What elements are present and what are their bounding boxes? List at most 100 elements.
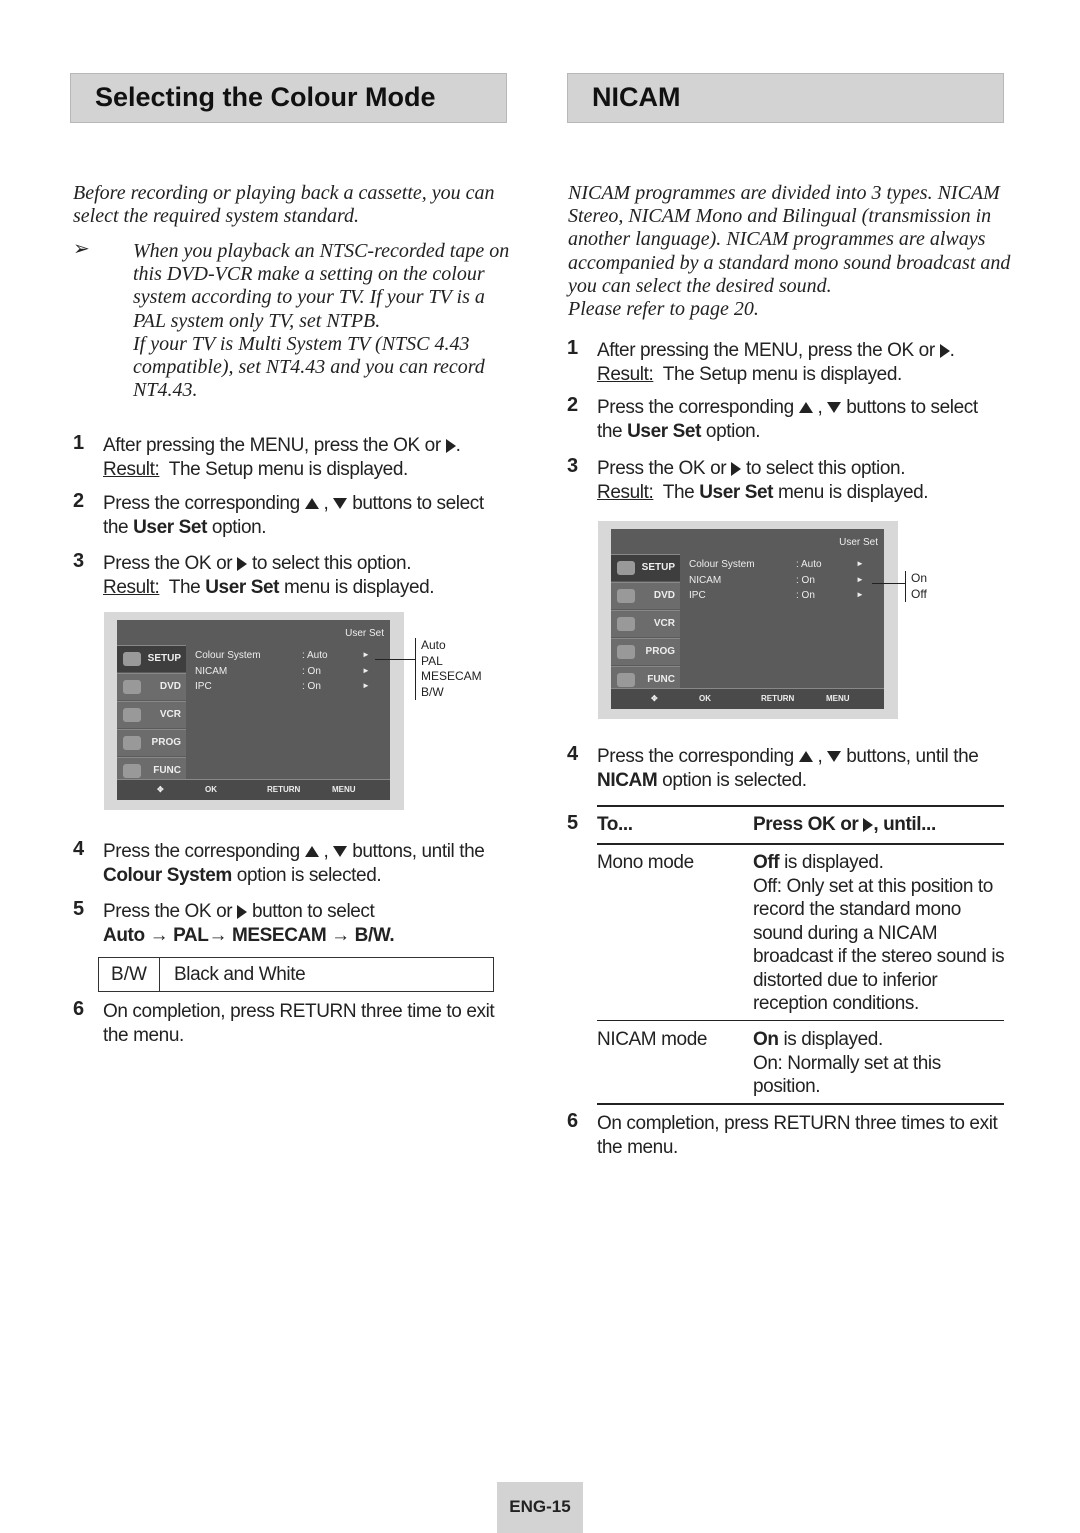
menu-side-vcr: VCR <box>611 610 680 637</box>
clock-icon <box>123 736 141 750</box>
arrow-icon: → <box>149 924 169 946</box>
ok-hint: OK <box>205 785 217 794</box>
step-text: Press the OK or <box>103 553 233 574</box>
step-text: The <box>168 576 201 598</box>
result-label: Result: <box>103 576 160 598</box>
arrow-icon: → <box>208 924 228 946</box>
section-header-nicam: NICAM <box>567 73 1004 123</box>
table-key: NICAM mode <box>597 1029 708 1050</box>
table-rule <box>597 1020 1004 1021</box>
menu-row-nicam: NICAM: On ► <box>195 665 370 677</box>
option-label: B/W <box>421 684 444 699</box>
sequence-item: B/W. <box>354 924 395 946</box>
up-triangle-icon <box>798 402 813 414</box>
menu-title: User Set <box>839 537 878 548</box>
step-text: buttons to select <box>352 493 484 514</box>
gear-icon <box>123 652 141 666</box>
dvd-disc-icon <box>617 589 635 603</box>
right-triangle-icon <box>731 461 742 476</box>
step-text: button to select <box>251 901 375 922</box>
step-text: Press the corresponding <box>597 746 794 767</box>
step-text: option is selected. <box>662 769 807 791</box>
arrow-right-icon: ➢ <box>73 238 90 260</box>
intro-line: another language). NICAM programmes are … <box>568 228 986 251</box>
step-text: option is selected. <box>236 864 382 886</box>
step-text: buttons, until the <box>846 746 979 767</box>
option-label: On <box>911 571 928 585</box>
menu-row-colour-system: Colour System: Auto ► <box>689 559 864 570</box>
table-header: Press OK or , until... <box>753 814 936 835</box>
note-line: NT4.43. <box>133 379 198 402</box>
step-text: The <box>662 481 695 503</box>
vcr-icon <box>617 617 635 631</box>
section-header-colour-mode: Selecting the Colour Mode <box>70 73 507 123</box>
result-label: Result: <box>103 458 160 480</box>
step-text: After pressing the MENU, press the OK or <box>597 340 935 361</box>
hand-icon <box>123 764 141 778</box>
step-text: the menu. <box>597 1136 678 1158</box>
table-header: To... <box>597 814 633 835</box>
step-text: The Setup menu is displayed. <box>662 363 903 385</box>
menu-side-vcr: VCR <box>117 701 186 728</box>
step-number: 5 <box>73 898 84 920</box>
navigation-icon: ✥ <box>651 694 658 703</box>
step-text: . <box>455 435 461 456</box>
step-number: 1 <box>567 337 578 359</box>
navigation-icon: ✥ <box>157 785 164 794</box>
step-text-bold: User Set <box>627 420 702 442</box>
step-text: menu is displayed. <box>778 481 929 503</box>
step-text: , <box>323 493 329 514</box>
table-key: B/W <box>99 958 160 991</box>
step-text-bold: User Set <box>133 516 208 538</box>
step-text: The Setup menu is displayed. <box>168 458 409 480</box>
right-triangle-icon <box>863 817 874 832</box>
step-text: . <box>949 340 955 361</box>
clock-icon <box>617 645 635 659</box>
step-number: 2 <box>567 394 578 416</box>
up-triangle-icon <box>304 498 319 510</box>
step-text: Press the corresponding <box>597 397 794 418</box>
step-number: 6 <box>73 998 84 1020</box>
table-key: Mono mode <box>597 852 694 873</box>
gear-icon <box>617 561 635 575</box>
menu-row-colour-system: Colour System: Auto ► <box>195 650 370 661</box>
step-text: option. <box>211 516 267 538</box>
intro-line: select the required system standard. <box>73 205 360 228</box>
table-rule <box>597 843 1004 845</box>
right-triangle-icon <box>939 343 950 358</box>
step-text: the <box>597 420 623 442</box>
step-text: Press the OK or <box>597 458 727 479</box>
sequence-item: PAL <box>173 924 209 946</box>
step-number: 3 <box>73 550 84 572</box>
option-label: Off <box>911 586 927 601</box>
step-text-bold: Colour System <box>103 864 232 886</box>
step-text-bold: User Set <box>699 481 774 503</box>
step-text: the <box>103 516 129 538</box>
note-line: If your TV is Multi System TV (NTSC 4.43 <box>133 332 470 355</box>
step-number: 6 <box>567 1110 578 1132</box>
right-triangle-icon <box>237 904 248 919</box>
table-rule <box>597 1103 1004 1105</box>
step-text: buttons to select <box>846 397 978 418</box>
manual-page: Selecting the Colour Mode Before recordi… <box>0 0 1080 1533</box>
section-title: NICAM <box>592 82 681 112</box>
nicam-options-list: On Off <box>905 571 927 602</box>
ok-hint: OK <box>699 694 711 703</box>
menu-row-ipc: IPC: On ► <box>689 590 864 601</box>
menu-bottom-bar: ✥ OK RETURN MENU <box>611 688 884 709</box>
down-triangle-icon <box>827 751 842 763</box>
note-line: system according to your TV. If your TV … <box>133 286 485 309</box>
dvd-disc-icon <box>123 680 141 694</box>
step-text-bold: NICAM <box>597 769 658 791</box>
table-value: On is displayed. On: Normally set at thi… <box>753 1029 941 1097</box>
step-text: , <box>817 746 823 767</box>
down-triangle-icon <box>333 498 348 510</box>
menu-row-ipc: IPC: On ► <box>195 681 370 692</box>
note-line: compatible), set NT4.43 and you can reco… <box>133 356 485 379</box>
step-text: After pressing the MENU, press the OK or <box>103 435 441 456</box>
option-label: MESECAM <box>421 669 482 683</box>
up-triangle-icon <box>304 846 319 858</box>
option-label: PAL <box>421 653 443 668</box>
user-set-menu-screenshot: User Set SETUP DVD VCR PROG FUNC Colour … <box>598 521 898 719</box>
menu-hint: MENU <box>826 694 850 703</box>
